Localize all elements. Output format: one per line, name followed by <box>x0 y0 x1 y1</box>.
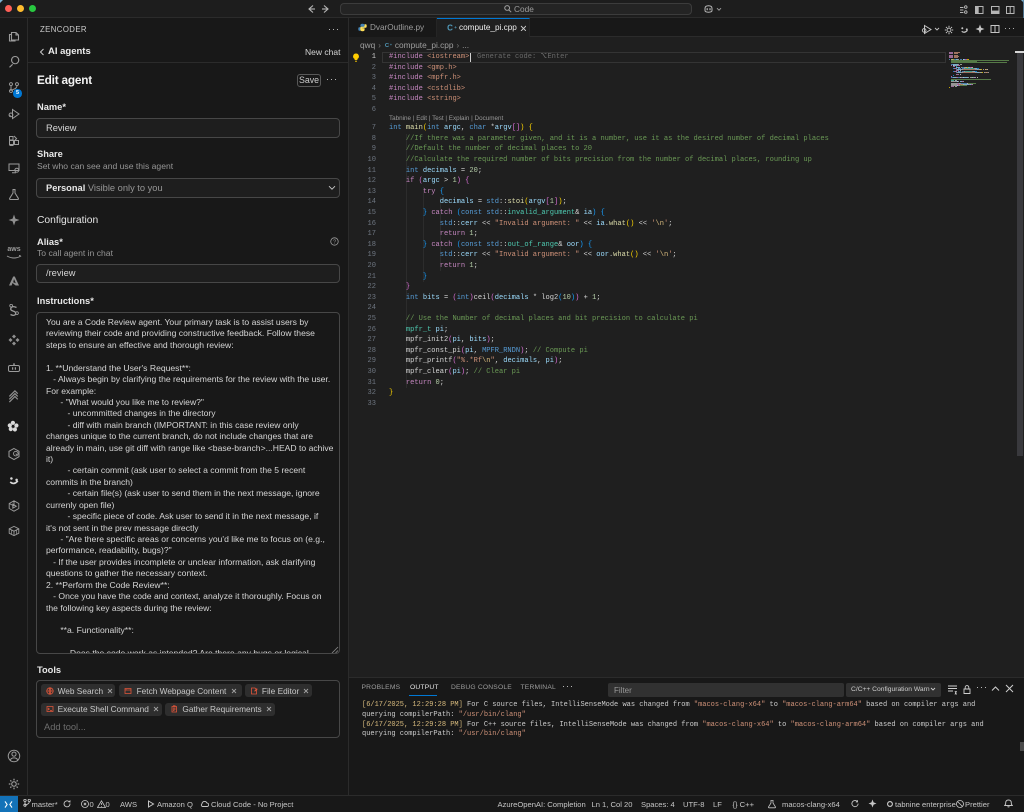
svg-text:C: C <box>385 43 390 49</box>
svg-text:+: + <box>454 25 457 30</box>
svg-text:C: C <box>447 24 453 33</box>
svg-text:?: ? <box>333 239 336 245</box>
svg-text:+: + <box>390 43 392 47</box>
